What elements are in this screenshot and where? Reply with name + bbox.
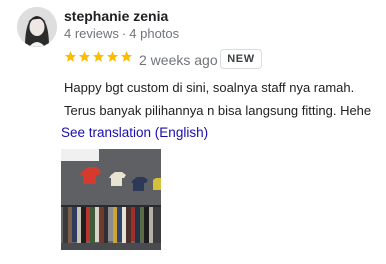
avatar-photo [17, 7, 57, 47]
review-photo-image [61, 149, 161, 250]
star-icon [92, 51, 105, 62]
review-photo[interactable] [61, 149, 161, 250]
photos-count: 4 photos [129, 26, 180, 41]
star-icon [78, 51, 91, 62]
reviews-count: 4 reviews [64, 26, 119, 41]
see-translation-link[interactable]: See translation (English) [61, 125, 208, 140]
reviewer-name[interactable]: stephanie zenia [64, 8, 168, 24]
new-badge: NEW [220, 49, 262, 69]
reviewer-stats: 4 reviews · 4 photos [64, 26, 179, 41]
meta-separator: · [121, 26, 127, 41]
review-text-line: Terus banyak pilihannya n bisa langsung … [64, 103, 372, 118]
review-text-line: Happy bgt custom di sini, soalnya staff … [64, 80, 355, 95]
star-icon [120, 51, 133, 62]
star-icon [64, 51, 77, 62]
star-icon [106, 51, 119, 62]
review-time: 2 weeks ago [139, 52, 218, 68]
star-rating [64, 50, 133, 63]
reviewer-avatar[interactable] [17, 7, 57, 47]
